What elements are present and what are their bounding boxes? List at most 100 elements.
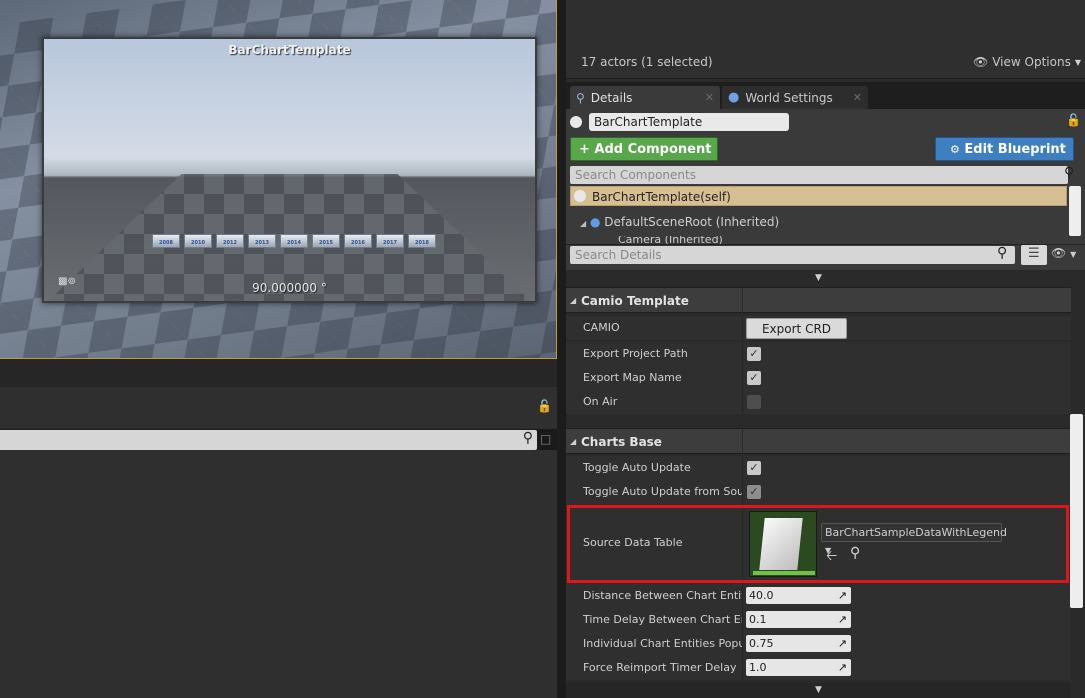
column-divider	[742, 656, 743, 680]
add-component-button[interactable]: + Add Component ▼	[570, 137, 718, 179]
column-divider	[742, 608, 743, 632]
field-value: 1.0	[749, 661, 767, 674]
scroll-up-indicator: ▼	[566, 271, 1071, 285]
section-charts-base[interactable]: ◢ Charts Base	[566, 428, 1071, 455]
export-crd-button[interactable]: Export CRD file...	[746, 318, 847, 357]
section-title: Charts Base	[581, 435, 662, 449]
distance-between-chart-entities-field[interactable]: 40.0 ↗	[746, 587, 851, 604]
property-row-distance-between-chart-entities: Distance Between Chart Entities 40.0 ↗	[566, 584, 1071, 608]
preview-title: BarChartTemplate	[228, 43, 351, 57]
component-camera-row[interactable]: Camera (Inherited)	[618, 236, 723, 244]
resize-handle-icon: ↗	[837, 661, 847, 674]
gears-icon: ⚙	[950, 143, 960, 156]
world-outliner-list[interactable]	[566, 0, 1085, 44]
list-icon: ☰	[1028, 246, 1040, 261]
component-root-label: DefaultSceneRoot (Inherited)	[604, 215, 780, 229]
search-icon: ⚲	[1064, 165, 1075, 181]
field-value: 0.75	[749, 637, 774, 650]
components-scrollbar[interactable]	[1069, 186, 1081, 236]
save-icon[interactable]: □	[540, 432, 551, 446]
chevron-down-icon: ▼	[1070, 250, 1077, 259]
chart-block: 2014	[280, 234, 308, 248]
actor-name-field[interactable]: BarChartTemplate	[589, 113, 789, 131]
property-matrix-button[interactable]: ☰	[1021, 245, 1047, 265]
chart-block: 2016	[344, 234, 372, 248]
column-divider	[742, 288, 743, 314]
details-tab-strip: ⚲ Details ✕ ● World Settings ✕	[566, 82, 1085, 109]
chart-block: 2008	[152, 234, 180, 248]
eye-icon: 👁	[1051, 246, 1067, 260]
export-project-path-checkbox[interactable]: ✓	[747, 347, 761, 361]
search-icon: ⚲	[997, 245, 1008, 261]
column-divider	[742, 316, 743, 340]
property-label: Toggle Auto Update	[583, 461, 691, 474]
property-row-export-map-name: Export Map Name ✓	[566, 366, 1071, 390]
property-label: CAMIO	[583, 321, 620, 334]
tab-details-label: Details	[590, 90, 633, 105]
chart-block: 2017	[376, 234, 404, 248]
section-camio-template[interactable]: ◢ Camio Template	[566, 287, 1071, 314]
details-view-options-button[interactable]: 👁 ▼	[1051, 246, 1076, 260]
property-label: Individual Chart Entities Popup Delay	[583, 637, 742, 650]
panel-splitter[interactable]	[557, 0, 566, 698]
column-divider	[742, 366, 743, 390]
globe-icon: ●	[728, 90, 740, 105]
close-icon[interactable]: ✕	[853, 91, 862, 104]
force-reimport-timer-delay-field[interactable]: 1.0 ↗	[746, 659, 851, 676]
property-label: Time Delay Between Chart Entities	[583, 613, 742, 626]
component-self-label: BarChartTemplate(self)	[592, 190, 731, 204]
lock-icon[interactable]: 🔓	[1066, 113, 1081, 127]
toggle-auto-update-checkbox[interactable]: ✓	[747, 461, 761, 475]
property-label: Distance Between Chart Entities	[583, 589, 742, 602]
left-panel-tab-strip	[0, 359, 557, 387]
bar-chart-blocks: 2008 2010 2012 2013 2014 2015 2016 2017 …	[152, 234, 436, 248]
search-details-input[interactable]: Search Details	[570, 246, 1015, 264]
column-divider	[742, 632, 743, 656]
component-root-row[interactable]: ◢ ● DefaultSceneRoot (Inherited)	[580, 212, 779, 232]
property-row-toggle-auto-update: Toggle Auto Update ✓	[566, 456, 1071, 480]
time-delay-between-chart-entities-field[interactable]: 0.1 ↗	[746, 611, 851, 628]
resize-handle-icon: ↗	[837, 589, 847, 602]
property-label: Force Reimport Timer Delay	[583, 661, 737, 674]
field-value: 40.0	[749, 589, 774, 602]
property-label: Toggle Auto Update from Source	[583, 485, 742, 498]
on-air-checkbox[interactable]: ✓	[747, 395, 761, 409]
collapse-arrow-icon: ◢	[570, 296, 577, 305]
chart-block: 2012	[216, 234, 244, 248]
actor-icon	[574, 190, 586, 202]
camera-preview-frame: BarChartTemplate 2008 2010 2012 2013 201…	[42, 37, 537, 303]
tab-world-settings[interactable]: ● World Settings ✕	[722, 86, 868, 109]
left-search-input[interactable]: ⚲	[0, 430, 537, 450]
chart-block: 2013	[248, 234, 276, 248]
individual-chart-entities-popup-delay-field[interactable]: 0.75 ↗	[746, 635, 851, 652]
view-options-button[interactable]: 👁 View Options ▼	[973, 55, 1081, 69]
column-divider	[742, 584, 743, 608]
tab-world-settings-label: World Settings	[745, 90, 833, 105]
edit-blueprint-button[interactable]: ⚙ Edit Blueprint ▼	[935, 137, 1074, 179]
export-map-name-checkbox[interactable]: ✓	[747, 371, 761, 385]
scroll-down-indicator: ▼	[566, 683, 1071, 698]
property-row-on-air: On Air ✓	[566, 390, 1071, 414]
chart-block: 2015	[312, 234, 340, 248]
details-scrollbar[interactable]	[1070, 414, 1083, 608]
property-row-time-delay-between-chart-entities: Time Delay Between Chart Entities 0.1 ↗	[566, 608, 1071, 632]
lock-icon[interactable]: 🔓	[537, 399, 552, 413]
details-icon: ⚲	[576, 90, 585, 105]
property-label: On Air	[583, 395, 618, 408]
component-self-row[interactable]: BarChartTemplate(self)	[570, 186, 1067, 206]
column-divider	[742, 429, 743, 455]
search-icon: ⚲	[522, 430, 533, 446]
highlight-box	[567, 505, 1069, 583]
column-divider	[742, 390, 743, 414]
tab-details[interactable]: ⚲ Details ✕	[570, 86, 720, 109]
toggle-auto-update-from-source-checkbox[interactable]: ✓	[747, 485, 761, 499]
scene-component-icon: ●	[589, 215, 601, 229]
left-panel-body	[0, 450, 557, 698]
chevron-down-icon: ▼	[1074, 57, 1081, 67]
level-viewport[interactable]: BarChartTemplate 2008 2010 2012 2013 201…	[0, 0, 557, 359]
collapse-arrow-icon: ◢	[570, 437, 577, 446]
search-components-input[interactable]: Search Components	[570, 166, 1068, 184]
rotation-readout: 90.000000 °	[252, 281, 327, 295]
eye-icon: 👁	[973, 55, 989, 69]
close-icon[interactable]: ✕	[705, 91, 714, 104]
